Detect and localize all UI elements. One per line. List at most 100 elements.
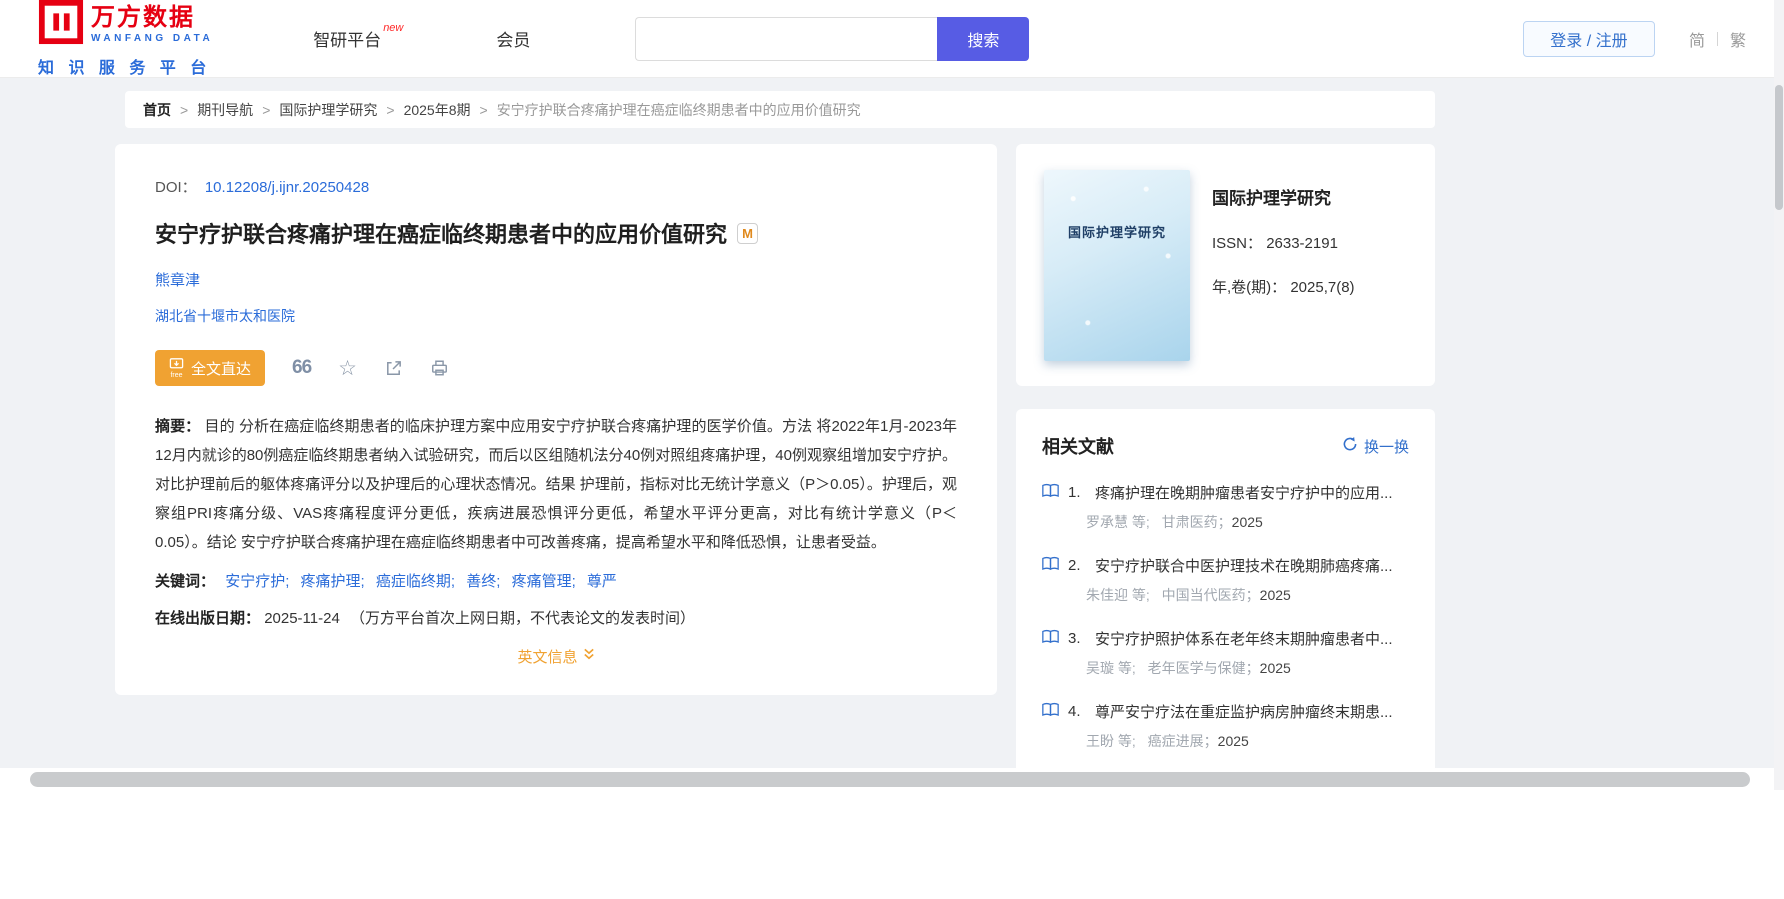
fulltext-button-label: 全文直达 xyxy=(191,360,252,378)
lang-divider xyxy=(1716,31,1718,46)
related-item-source: 中国当代医药； xyxy=(1161,587,1260,603)
nav-label: 会员 xyxy=(496,31,531,50)
refresh-related-link[interactable]: 换一换 xyxy=(1342,436,1409,457)
refresh-icon xyxy=(1342,436,1358,456)
refresh-label: 换一换 xyxy=(1363,438,1409,456)
related-item-source: 癌症进展； xyxy=(1147,733,1218,749)
doi-row: DOI： 10.12208/j.ijnr.20250428 xyxy=(155,176,957,197)
vertical-scrollbar-track xyxy=(1774,0,1784,790)
related-item-authors: 朱佳迎 等; xyxy=(1086,587,1150,603)
cite-quote-icon[interactable]: 66 xyxy=(292,357,312,379)
related-item-number: 1. xyxy=(1068,484,1081,501)
login-register-button[interactable]: 登录 / 注册 xyxy=(1522,20,1655,57)
keyword-link[interactable]: 安宁疗护; xyxy=(225,573,289,590)
sidebar: 国际护理学研究 国际护理学研究 ISSN： 2633-2191 年,卷(期)： … xyxy=(1016,144,1435,768)
journal-card: 国际护理学研究 国际护理学研究 ISSN： 2633-2191 年,卷(期)： … xyxy=(1016,144,1435,386)
related-item-source: 老年医学与保健； xyxy=(1147,660,1260,676)
breadcrumb-home-link[interactable]: 首页 xyxy=(143,100,171,120)
affiliation-link[interactable]: 湖北省十堰市太和医院 xyxy=(155,308,295,324)
issn-label: ISSN： xyxy=(1212,235,1263,252)
keywords-label: 关键词： xyxy=(155,573,216,590)
author-row: 熊章津 xyxy=(155,269,957,290)
abstract-text: 目的 分析在癌症临终期患者的临床护理方案中应用安宁疗护联合疼痛护理的医学价值。方… xyxy=(155,418,957,551)
related-item: 2. 安宁疗护联合中医护理技术在晚期肺癌疼痛... 朱佳迎 等; 中国当代医药；… xyxy=(1042,555,1409,605)
keyword-link[interactable]: 善终; xyxy=(466,573,500,590)
medline-badge: M xyxy=(737,222,759,244)
wanfang-logo-icon xyxy=(38,0,84,50)
keywords-row: 关键词： 安宁疗护; 疼痛护理; 癌症临终期; 善终; 疼痛管理; 尊严 xyxy=(155,570,957,591)
journal-issn-row: ISSN： 2633-2191 xyxy=(1212,232,1355,253)
related-item-title-link[interactable]: 疼痛护理在晚期肿瘤患者安宁疗护中的应用... xyxy=(1095,482,1393,503)
keyword-link[interactable]: 癌症临终期; xyxy=(376,573,455,590)
vertical-scrollbar-thumb[interactable] xyxy=(1775,85,1783,210)
article-title: 安宁疗护联合疼痛护理在癌症临终期患者中的应用价值研究 xyxy=(155,222,728,247)
horizontal-scrollbar-thumb[interactable] xyxy=(30,772,1750,787)
journal-name-link[interactable]: 国际护理学研究 xyxy=(1212,184,1355,209)
breadcrumb-separator: > xyxy=(180,101,189,118)
share-export-icon[interactable] xyxy=(384,359,403,378)
nav-label: 智研平台 xyxy=(313,31,382,50)
related-item-number: 2. xyxy=(1068,557,1081,574)
breadcrumb-journal-link[interactable]: 国际护理学研究 xyxy=(279,100,377,120)
volume-label: 年,卷(期)： xyxy=(1212,279,1287,296)
related-item-number: 4. xyxy=(1068,703,1081,720)
main-nav: 智研平台new 会员 xyxy=(313,22,530,51)
related-item-title-link[interactable]: 安宁疗护照护体系在老年终末期肿瘤患者中... xyxy=(1095,628,1393,649)
breadcrumb-separator: > xyxy=(386,101,395,118)
related-item: 4. 尊严安宁疗法在重症监护病房肿瘤终末期患... 王盼 等; 癌症进展；202… xyxy=(1042,701,1409,751)
related-item-number: 3. xyxy=(1068,630,1081,647)
related-item: 1. 疼痛护理在晚期肿瘤患者安宁疗护中的应用... 罗承慧 等; 甘肃医药；20… xyxy=(1042,482,1409,532)
search-button[interactable]: 搜索 xyxy=(937,16,1030,61)
breadcrumb-journal-nav-link[interactable]: 期刊导航 xyxy=(197,100,253,120)
search-input[interactable] xyxy=(635,16,938,61)
related-item-year: 2025 xyxy=(1259,660,1291,676)
journal-volume-row: 年,卷(期)： 2025,7(8) xyxy=(1212,276,1355,297)
keyword-link[interactable]: 尊严 xyxy=(587,573,617,590)
related-item-authors: 吴璇 等; xyxy=(1086,660,1136,676)
author-link[interactable]: 熊章津 xyxy=(155,272,200,289)
related-item-year: 2025 xyxy=(1259,587,1291,603)
lang-traditional-toggle[interactable]: 繁 xyxy=(1730,27,1746,51)
brand-subtitle: 知 识 服 务 平 台 xyxy=(38,60,212,77)
nav-item-zhiyan-platform[interactable]: 智研平台new xyxy=(313,22,403,51)
book-icon xyxy=(1042,556,1059,576)
breadcrumb: 首页 > 期刊导航 > 国际护理学研究 > 2025年8期 > 安宁疗护联合疼痛… xyxy=(125,91,1435,128)
article-card: DOI： 10.12208/j.ijnr.20250428 安宁疗护联合疼痛护理… xyxy=(115,144,997,695)
horizontal-scrollbar-track xyxy=(0,768,1784,787)
search-box: 搜索 xyxy=(635,16,1030,61)
book-icon xyxy=(1042,702,1059,722)
article-title-row: 安宁疗护联合疼痛护理在癌症临终期患者中的应用价值研究 M xyxy=(155,217,957,249)
doi-link[interactable]: 10.12208/j.ijnr.20250428 xyxy=(205,179,369,196)
related-item-year: 2025 xyxy=(1231,514,1263,530)
publish-date-label: 在线出版日期： xyxy=(155,610,261,627)
journal-cover-image[interactable]: 国际护理学研究 xyxy=(1044,170,1190,361)
lang-simplified-toggle[interactable]: 简 xyxy=(1689,27,1705,51)
abstract-label: 摘要： xyxy=(155,418,201,435)
breadcrumb-issue-link[interactable]: 2025年8期 xyxy=(404,100,471,120)
fulltext-download-icon: free xyxy=(169,357,184,379)
abstract: 摘要： 目的 分析在癌症临终期患者的临床护理方案中应用安宁疗护联合疼痛护理的医学… xyxy=(155,412,957,557)
print-icon[interactable] xyxy=(430,359,449,377)
doi-label: DOI： xyxy=(155,179,197,196)
related-item-title-link[interactable]: 尊严安宁疗法在重症监护病房肿瘤终末期患... xyxy=(1095,701,1393,722)
content-area: 首页 > 期刊导航 > 国际护理学研究 > 2025年8期 > 安宁疗护联合疼痛… xyxy=(0,78,1784,768)
wanfang-logo[interactable]: 万方数据 WANFANG DATA 知 识 服 务 平 台 xyxy=(38,0,213,78)
keyword-link[interactable]: 疼痛管理; xyxy=(512,573,576,590)
favorite-star-icon[interactable]: ☆ xyxy=(338,356,357,381)
breadcrumb-separator: > xyxy=(262,101,271,118)
related-item-title-link[interactable]: 安宁疗护联合中医护理技术在晚期肺癌疼痛... xyxy=(1095,555,1393,576)
book-icon xyxy=(1042,629,1059,649)
fulltext-button[interactable]: free 全文直达 xyxy=(155,350,266,386)
chevron-down-icon xyxy=(583,648,595,665)
article-actions: free 全文直达 66 ☆ xyxy=(155,350,957,386)
header-right: 登录 / 注册 简 繁 xyxy=(1522,20,1746,57)
related-item-source: 甘肃医药； xyxy=(1161,514,1232,530)
publish-date-note: （万方平台首次上网日期，不代表论文的发表时间） xyxy=(349,610,695,627)
english-info-toggle[interactable]: 英文信息 xyxy=(517,646,594,667)
issn-value: 2633-2191 xyxy=(1266,235,1338,252)
publish-date-row: 在线出版日期： 2025-11-24 （万方平台首次上网日期，不代表论文的发表时… xyxy=(155,607,957,628)
keyword-link[interactable]: 疼痛护理; xyxy=(301,573,365,590)
top-header: 万方数据 WANFANG DATA 知 识 服 务 平 台 智研平台new 会员… xyxy=(0,0,1784,78)
english-info-label: 英文信息 xyxy=(517,649,578,666)
nav-item-membership[interactable]: 会员 xyxy=(496,26,530,51)
